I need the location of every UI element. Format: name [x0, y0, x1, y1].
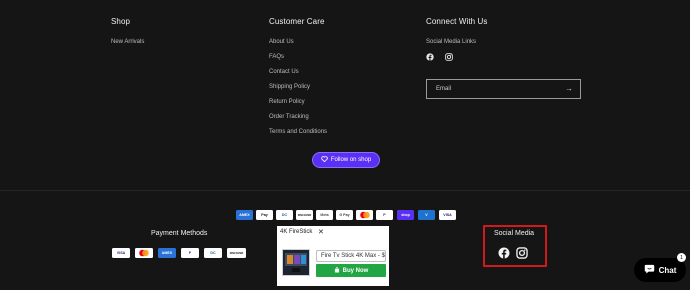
chat-notification-badge: 1 — [677, 253, 686, 262]
paypal-card-icon: P — [181, 248, 199, 258]
mastercard-card-icon — [356, 210, 373, 220]
chat-bubble-icon — [644, 264, 655, 276]
shop-pay-card-icon: shop — [397, 210, 414, 220]
mastercard-card-icon — [135, 248, 153, 258]
return-policy-link[interactable]: Return Policy — [269, 99, 305, 105]
google-pay-card-icon: G Pay — [336, 210, 353, 220]
arrow-right-icon[interactable]: → — [565, 84, 573, 93]
discover-card-icon: DISCOVER — [227, 248, 246, 258]
about-us-link[interactable]: About Us — [269, 39, 294, 45]
visa-card-icon: VISA — [112, 248, 130, 258]
terms-and-conditions-link[interactable]: Terms and Conditions — [269, 129, 327, 135]
amex-card-icon: AMEX — [158, 248, 176, 258]
chat-button[interactable]: Chat — [634, 258, 686, 282]
footer-divider — [0, 190, 690, 191]
meta-pay-card-icon: Meta — [316, 210, 333, 220]
close-icon[interactable]: ✕ — [318, 228, 324, 236]
diners-club-card-icon: DC — [204, 248, 222, 258]
popup-title: 4K FireStick — [280, 229, 313, 235]
connect-heading: Connect With Us — [426, 17, 488, 26]
apple-pay-card-icon: Pay — [256, 210, 273, 220]
new-arrivals-link[interactable]: New Arrivals — [111, 39, 144, 45]
order-tracking-link[interactable]: Order Tracking — [269, 114, 309, 120]
email-placeholder: Email — [436, 86, 452, 92]
discover-card-icon: DISCOVER — [296, 210, 313, 220]
venmo-card-icon: V — [418, 210, 435, 220]
heart-icon — [321, 156, 328, 164]
contact-us-link[interactable]: Contact Us — [269, 69, 299, 75]
email-field[interactable]: Email → — [426, 79, 581, 99]
instagram-icon[interactable] — [445, 53, 453, 61]
buy-now-label: Buy Now — [342, 267, 369, 274]
chat-label: Chat — [658, 265, 677, 275]
diners-club-card-icon: DC — [276, 210, 293, 220]
product-variant-select[interactable]: Fire Tv Stick 4K Max - $39.99 — [316, 250, 386, 262]
follow-label: Follow on shop — [330, 157, 372, 163]
shipping-policy-link[interactable]: Shipping Policy — [269, 84, 310, 90]
social-media-links-label: Social Media Links — [426, 39, 477, 45]
payment-methods-heading: Payment Methods — [151, 230, 208, 237]
facebook-icon[interactable] — [426, 53, 434, 61]
product-popup: 4K FireStick ✕ Fire Tv Stick 4K Max - $3… — [277, 226, 389, 286]
paypal-card-icon: P — [376, 210, 393, 220]
faqs-link[interactable]: FAQs — [269, 54, 284, 60]
customer-care-heading: Customer Care — [269, 17, 325, 26]
shop-heading: Shop — [111, 17, 131, 26]
amex-card-icon: AMEX — [236, 210, 253, 220]
social-media-highlight-box — [483, 225, 547, 267]
product-thumbnail[interactable] — [282, 249, 310, 276]
follow-on-shop-button[interactable]: Follow on shop — [312, 152, 380, 168]
buy-now-button[interactable]: Buy Now — [316, 264, 386, 277]
bag-icon — [334, 266, 340, 275]
visa-card-icon: VISA — [439, 210, 456, 220]
